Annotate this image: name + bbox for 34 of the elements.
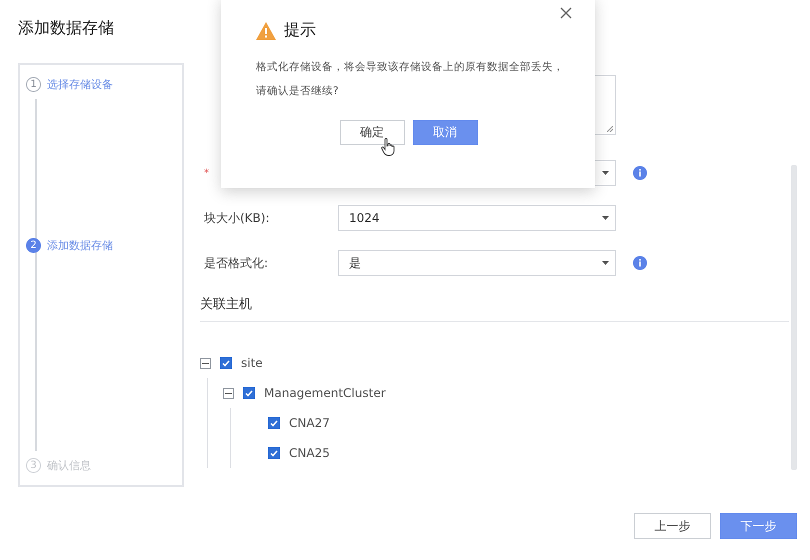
confirm-button[interactable]: 确定 <box>340 120 404 145</box>
field-label: 块大小(KB): <box>204 210 270 226</box>
checkbox[interactable] <box>268 417 280 429</box>
tree-node-label[interactable]: ManagementCluster <box>264 386 386 400</box>
dropdown-arrow-icon <box>602 216 609 220</box>
warning-icon <box>256 22 276 40</box>
resize-grip-icon <box>607 126 613 132</box>
dialog-message: 格式化存储设备，将会导致该存储设备上的原有数据全部丢失，请确认是否继续? <box>256 60 565 99</box>
dropdown-field[interactable]: 是 <box>338 250 616 276</box>
section-title: 关联主机 <box>200 295 789 322</box>
checkbox[interactable] <box>268 447 280 459</box>
dropdown-arrow-icon <box>602 261 609 265</box>
dropdown-arrow-icon <box>602 171 609 175</box>
collapse-toggle[interactable] <box>200 358 211 368</box>
checkbox[interactable] <box>220 357 232 369</box>
required-mark: * <box>204 168 209 178</box>
info-icon[interactable] <box>633 256 647 270</box>
hand-cursor-icon <box>381 138 395 156</box>
tree-node-label[interactable]: CNA25 <box>289 446 330 460</box>
scrollbar[interactable] <box>791 165 797 470</box>
dialog-title: 提示 <box>284 20 316 41</box>
info-icon[interactable] <box>633 166 647 180</box>
step-number: 2 <box>26 238 41 252</box>
field-label: 是否格式化: <box>204 254 268 272</box>
dropdown-field[interactable]: 1024 <box>338 205 616 231</box>
step-number: 1 <box>26 77 41 92</box>
tree-node-label[interactable]: site <box>241 356 263 370</box>
close-icon[interactable] <box>559 6 573 20</box>
checkbox[interactable] <box>243 387 255 399</box>
step-number: 3 <box>26 458 41 473</box>
back-button[interactable]: 上一步 <box>634 513 711 539</box>
tree-node-label[interactable]: CNA27 <box>289 416 330 430</box>
page-title: 添加数据存储 <box>18 18 114 38</box>
collapse-toggle[interactable] <box>223 388 234 398</box>
